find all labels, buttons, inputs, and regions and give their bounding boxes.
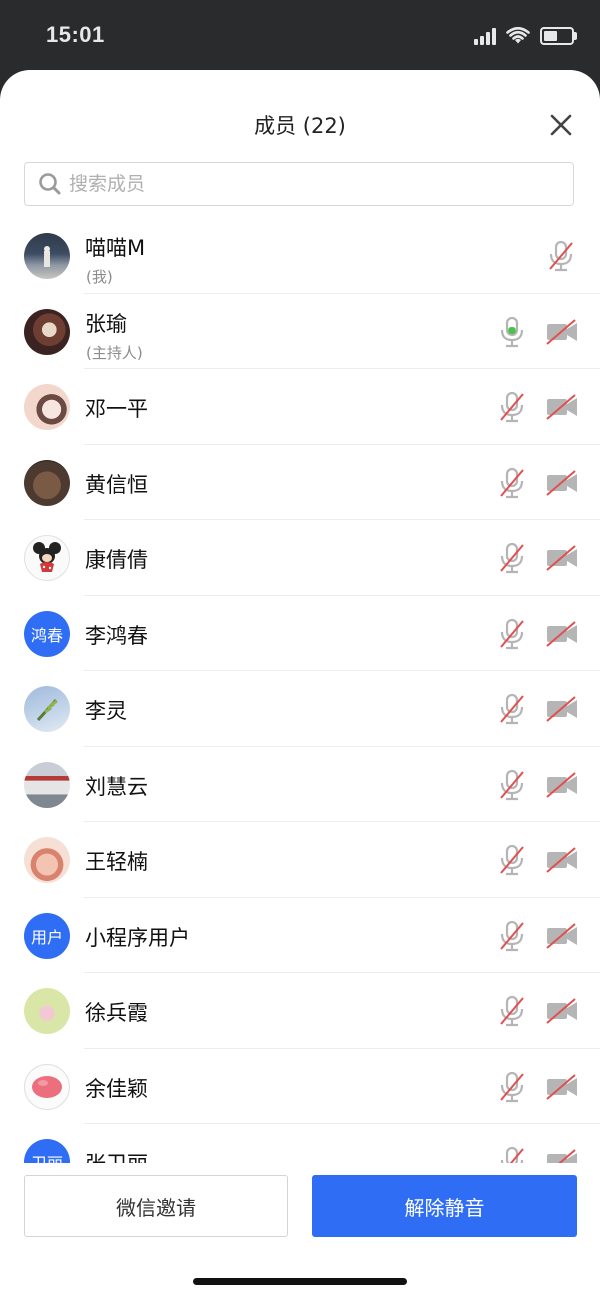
member-name: 李鸿春 [85,623,148,648]
member-row[interactable]: 张瑜 (主持人) [0,294,600,370]
member-row[interactable]: 喵喵M (我) [0,218,600,294]
members-panel: 成员 (22) 喵喵M (我) [0,70,600,1298]
camera-off-icon[interactable] [544,1073,580,1101]
avatar: 卫丽 [24,1139,70,1163]
member-row[interactable]: 李灵 [0,671,600,747]
member-row[interactable]: 王轻楠 [0,822,600,898]
mic-muted-icon[interactable] [546,240,576,272]
member-row[interactable]: 鸿春 李鸿春 [0,596,600,672]
search-box[interactable] [24,162,574,206]
avatar [24,837,70,883]
search-input[interactable] [67,172,573,196]
avatar [24,384,70,430]
status-bar: 15:01 [0,0,600,70]
member-name: 刘慧云 [85,774,148,799]
mic-muted-icon[interactable] [497,618,527,650]
mic-muted-icon[interactable] [497,995,527,1027]
member-role: (我) [86,268,113,286]
home-indicator[interactable] [193,1278,407,1285]
camera-off-icon[interactable] [544,997,580,1025]
mic-muted-icon[interactable] [497,391,527,423]
avatar [24,686,70,732]
avatar: 用户 [24,912,70,959]
member-row[interactable]: 黄信恒 [0,445,600,521]
cellular-signal-icon [474,27,496,45]
member-row[interactable]: 徐兵霞 [0,973,600,1049]
avatar [24,1063,70,1110]
member-row[interactable]: 用户 小程序用户 [0,898,600,974]
camera-off-icon[interactable] [544,922,580,950]
camera-off-icon[interactable] [544,1148,580,1163]
mic-active-icon[interactable] [497,316,527,348]
status-icons [474,24,577,48]
member-row[interactable]: 邓一平 [0,369,600,445]
camera-off-icon[interactable] [544,393,580,421]
avatar [24,233,70,279]
mic-muted-icon[interactable] [497,1071,527,1103]
mic-muted-icon[interactable] [497,844,527,876]
member-row[interactable]: 康倩倩 [0,520,600,596]
avatar [24,459,70,506]
member-name: 李灵 [85,699,127,723]
member-name: 张卫丽 [85,1148,148,1163]
member-list: 喵喵M (我) 张瑜 (主持人) 邓一平 黄信恒 康倩倩 鸿春 李鸿春 李灵 刘… [0,218,600,1163]
status-time: 15:01 [46,22,105,47]
camera-off-icon[interactable] [544,469,580,497]
camera-off-icon[interactable] [544,544,580,572]
member-name: 康倩倩 [85,548,148,572]
camera-off-icon[interactable] [544,771,580,799]
wifi-icon [506,27,530,44]
member-row[interactable]: 余佳颖 [0,1049,600,1125]
mic-muted-icon[interactable] [497,920,527,952]
battery-icon [540,27,577,45]
close-icon [550,114,572,136]
mic-muted-icon[interactable] [497,769,527,801]
member-name: 余佳颖 [85,1076,148,1101]
camera-off-icon[interactable] [544,695,580,723]
avatar: 鸿春 [24,610,70,657]
avatar [24,761,70,808]
camera-off-icon[interactable] [544,846,580,874]
unmute-button[interactable]: 解除静音 [312,1175,577,1237]
avatar [24,988,70,1034]
member-name: 王轻楠 [85,850,148,874]
mic-muted-icon[interactable] [497,693,527,725]
member-name: 喵喵M [85,236,146,260]
mic-muted-icon[interactable] [497,542,527,574]
footer-actions: 微信邀请 解除静音 [0,1163,600,1298]
search-icon [39,173,61,195]
member-role: (主持人) [86,343,143,362]
member-name: 邓一平 [85,397,148,421]
member-row[interactable]: 刘慧云 [0,747,600,823]
member-row[interactable]: 卫丽 张卫丽 [0,1124,600,1163]
camera-off-icon[interactable] [544,318,580,346]
panel-title: 成员 (22) [254,114,346,138]
mic-muted-icon[interactable] [497,467,527,499]
avatar [24,535,70,581]
member-name: 黄信恒 [85,472,148,497]
close-button[interactable] [546,110,576,140]
member-name: 张瑜 [85,311,127,336]
member-name: 小程序用户 [85,925,190,950]
avatar [24,308,70,355]
mic-muted-icon[interactable] [497,1146,527,1163]
member-name: 徐兵霞 [85,1001,148,1025]
camera-off-icon[interactable] [544,620,580,648]
wechat-invite-button[interactable]: 微信邀请 [24,1175,288,1237]
